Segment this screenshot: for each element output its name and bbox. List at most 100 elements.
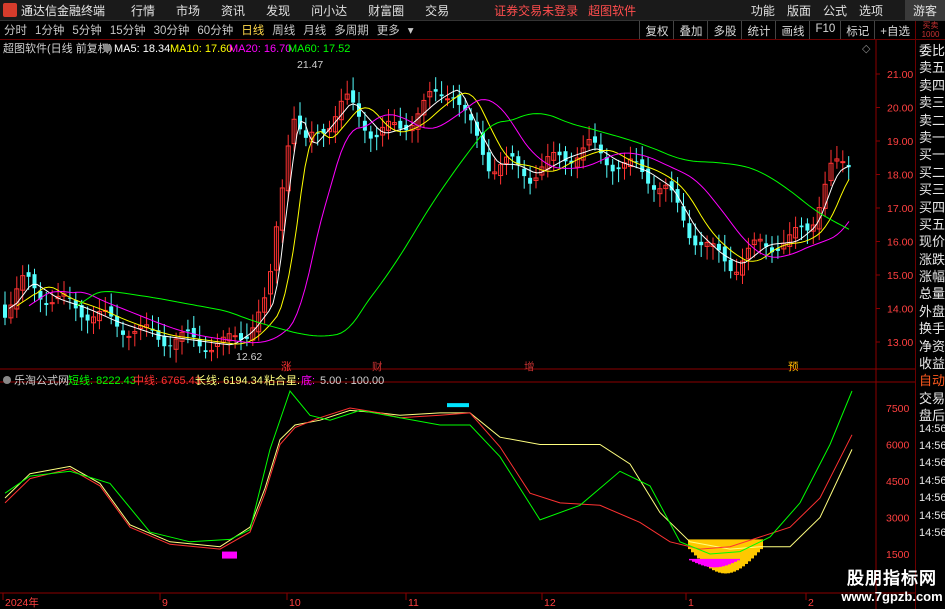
event-marker-increase[interactable]: 增	[524, 360, 535, 373]
bottom-bar	[713, 558, 716, 568]
menu-news[interactable]: 资讯	[221, 2, 245, 19]
quote-row-label: 买四	[919, 199, 945, 214]
bottom-bar	[701, 558, 704, 566]
candle-body-down	[510, 153, 515, 157]
pane-collapse-icon[interactable]: ◇	[862, 43, 871, 55]
indicator-settings-dot-icon[interactable]	[3, 376, 11, 384]
period-1min[interactable]: 1分钟	[35, 22, 64, 38]
candle-body-up	[126, 335, 132, 338]
chart-area[interactable]: 超图软件(日线 前复权) MA5: 18.34 MA10: 17.60 MA20…	[0, 40, 915, 609]
menu-wealth-circle[interactable]: 财富圈	[368, 2, 404, 19]
quote-row-label: 买三	[919, 182, 945, 197]
after-hours-tab[interactable]: 盘后	[916, 405, 945, 422]
date-tick-label: 2	[808, 597, 814, 609]
low-price-label: 12.62	[236, 351, 262, 363]
period-60min[interactable]: 60分钟	[197, 22, 233, 38]
candle-body-down	[44, 303, 49, 305]
menu-market[interactable]: 市场	[176, 2, 200, 19]
bottom-bar	[731, 558, 734, 564]
menu-options[interactable]: 选项	[859, 2, 883, 19]
quote-row-label: 总量	[919, 286, 945, 301]
panel-header[interactable]: 买卖 1000	[916, 21, 945, 40]
tool-drawing[interactable]: 画线	[775, 21, 809, 39]
app-name: 通达信金融终端	[21, 3, 106, 18]
menu-formula[interactable]: 公式	[823, 2, 847, 19]
trade-tab[interactable]: 交易	[916, 388, 945, 405]
menu-quotes[interactable]: 行情	[131, 2, 155, 19]
candle-body-down	[433, 89, 438, 92]
candle-body-down	[598, 144, 603, 154]
candle-body-up	[445, 98, 450, 101]
tool-overlay[interactable]: 叠加	[673, 21, 707, 39]
period-multi[interactable]: 多周期	[334, 22, 369, 38]
date-tick-label: 10	[289, 597, 301, 609]
candle-body-down	[3, 304, 7, 318]
event-marker-financial[interactable]: 财	[372, 360, 383, 373]
period-tick[interactable]: 分时	[4, 22, 27, 38]
trade-time: 14:56	[919, 526, 945, 539]
period-monthly[interactable]: 月线	[303, 22, 326, 38]
settings-dot-icon[interactable]	[103, 44, 111, 52]
candle-body-down	[168, 345, 173, 347]
bottom-label: 底:	[301, 373, 315, 387]
event-marker-forecast[interactable]: 预	[788, 361, 799, 373]
bottom-bar	[228, 551, 231, 559]
auto-trade-toggle[interactable]: 自动	[916, 370, 945, 387]
trade-time: 14:56	[919, 509, 945, 522]
price-axis: 21.00 20.00 19.00 18.00 17.00 16.00 15.00 14.00…	[876, 69, 913, 349]
period-more[interactable]: 更多	[377, 22, 400, 38]
stick-star-bar	[724, 539, 727, 574]
date-axis: 2024年 9 10 11 12 1 2	[2, 593, 814, 609]
candle-body-down	[374, 134, 379, 138]
panel-header-text: 买卖 1000	[921, 21, 940, 39]
period-5min[interactable]: 5分钟	[72, 22, 101, 38]
trade-time: 14:56	[919, 474, 945, 487]
period-15min[interactable]: 15分钟	[110, 22, 146, 38]
tool-multi-stock[interactable]: 多股	[707, 21, 741, 39]
candle-body-down	[121, 330, 125, 335]
period-daily[interactable]: 日线	[241, 22, 264, 38]
menu-ask-xiaoda[interactable]: 问小达	[311, 2, 347, 19]
bottom-values: 5.00 : 100.00	[320, 375, 384, 387]
event-marker-limit-up[interactable]: 涨	[281, 361, 292, 373]
tool-f10[interactable]: F10	[809, 21, 840, 39]
menu-discover[interactable]: 发现	[266, 2, 290, 19]
quote-row-label: 卖四	[919, 77, 945, 93]
candle-body-down	[693, 235, 698, 246]
candle-body-down	[593, 136, 597, 143]
indicator-tick-label: 7500	[886, 403, 910, 415]
tool-mark[interactable]: 标记	[840, 21, 874, 39]
tool-add-watchlist[interactable]: +自选	[874, 21, 915, 39]
tool-restore-rights[interactable]: 复权	[639, 21, 673, 39]
ma60-label: MA60: 17.52	[288, 43, 350, 55]
quote-side-panel: 买卖 1000 委比 卖五 卖四 卖三 卖二 卖一 买一 买二 买三 买四 买五 现价 涨跌 涨幅 总量 外盘…	[915, 21, 945, 609]
stock-name-link[interactable]: 超图软件	[588, 2, 636, 19]
guest-button[interactable]: 游客	[904, 0, 945, 21]
date-tick-label: 1	[688, 597, 694, 609]
candle-body-up	[840, 161, 846, 164]
stick-star-bar	[691, 539, 694, 553]
candle-body-down	[32, 274, 37, 289]
date-tick-label: 12	[544, 597, 556, 609]
moving-average-lines	[8, 89, 850, 346]
menu-function[interactable]: 功能	[751, 2, 775, 19]
menu-layout[interactable]: 版面	[787, 2, 811, 19]
candle-body-down	[557, 151, 562, 156]
price-tick-label: 17.00	[887, 203, 913, 215]
period-weekly[interactable]: 周线	[272, 22, 295, 38]
ma20-label: MA20: 16.70	[229, 43, 291, 55]
kline-chart[interactable]: 超图软件(日线 前复权) MA5: 18.34 MA10: 17.60 MA20…	[0, 40, 915, 609]
tool-statistics[interactable]: 统计	[741, 21, 775, 39]
quote-row-label: 卖五	[919, 60, 945, 75]
quote-row-label: 涨幅	[919, 269, 945, 284]
stick-star-bar	[745, 539, 748, 564]
stock-title: 超图软件(日线 前复权)	[3, 41, 112, 55]
app-logo-icon	[3, 3, 17, 17]
ma20-line	[28, 99, 850, 344]
candle-body-down	[203, 350, 208, 352]
menu-trade[interactable]: 交易	[425, 2, 449, 19]
period-30min[interactable]: 30分钟	[154, 22, 190, 38]
login-notice[interactable]: 证券交易未登录	[494, 2, 578, 19]
quote-row-label: 净资	[919, 338, 945, 354]
chevron-down-icon[interactable]: ▾	[408, 23, 414, 37]
